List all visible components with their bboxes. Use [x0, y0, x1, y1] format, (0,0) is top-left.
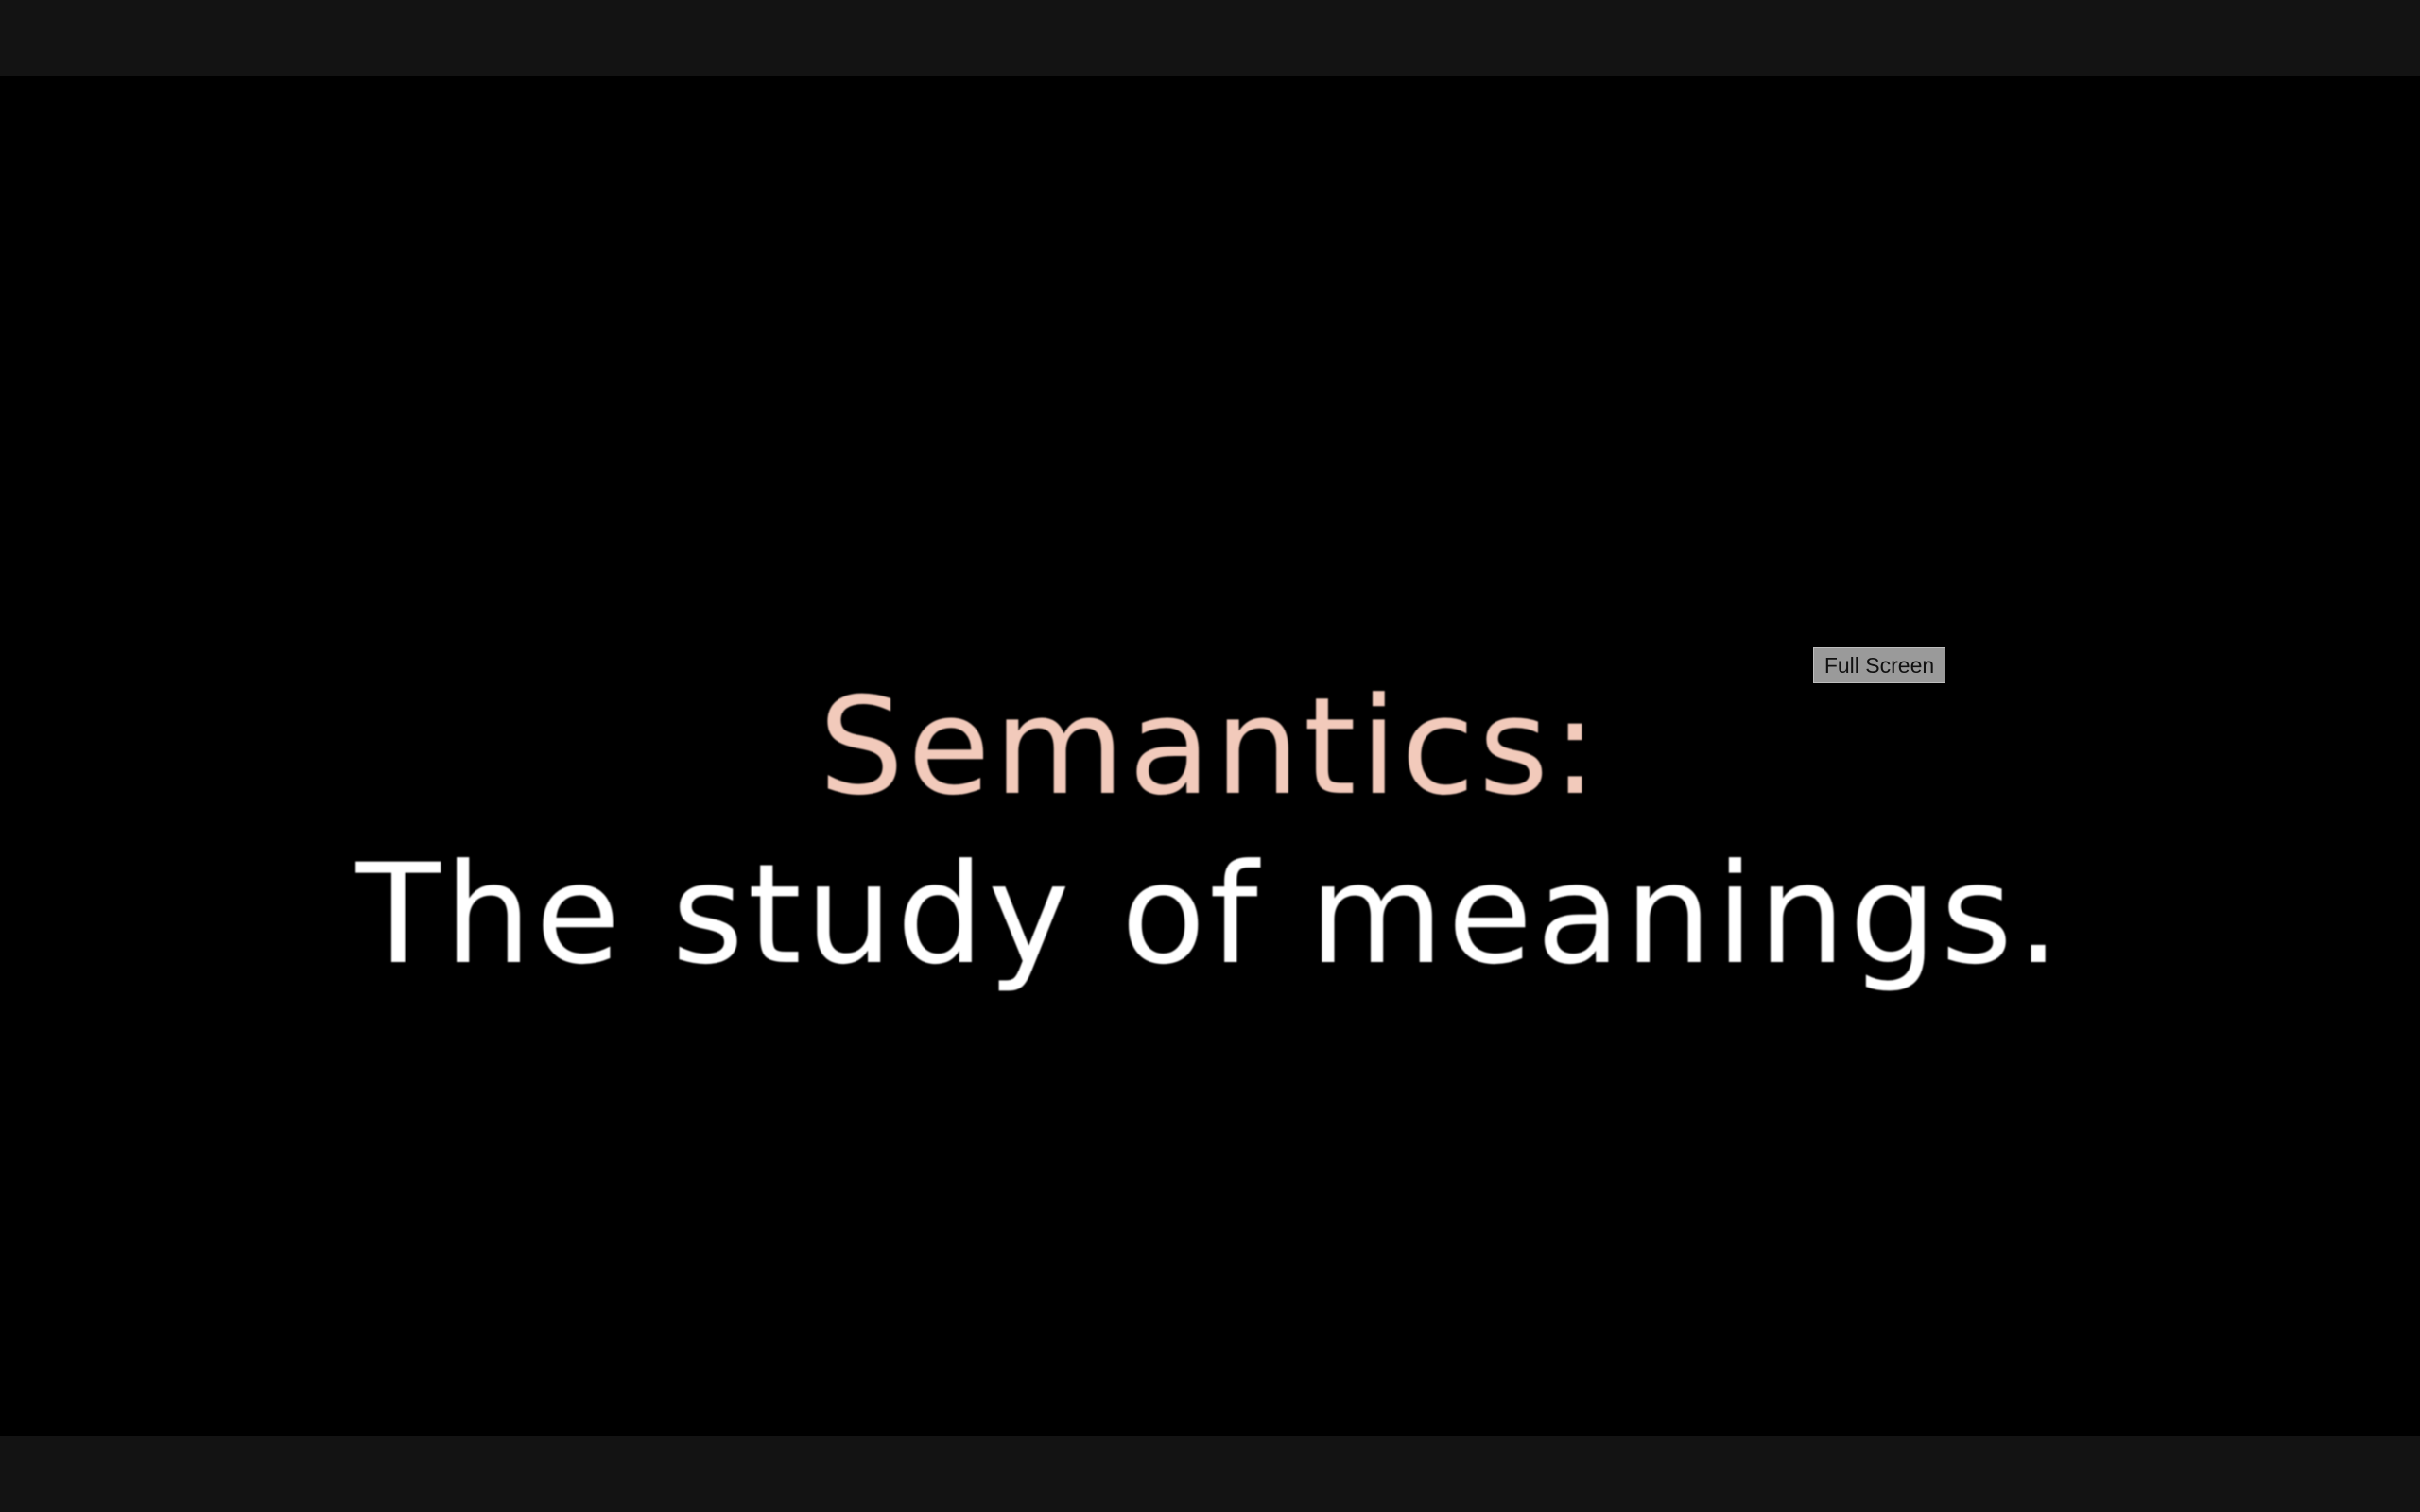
full-screen-button[interactable]: Full Screen: [1813, 647, 1945, 683]
top-letterbox-bar: [0, 0, 2420, 76]
slide-heading: Semantics:: [819, 669, 1601, 825]
bottom-letterbox-bar: [0, 1436, 2420, 1512]
slide-subheading: The study of meanings.: [355, 834, 2065, 995]
video-viewport[interactable]: Semantics: The study of meanings.: [0, 76, 2420, 1436]
